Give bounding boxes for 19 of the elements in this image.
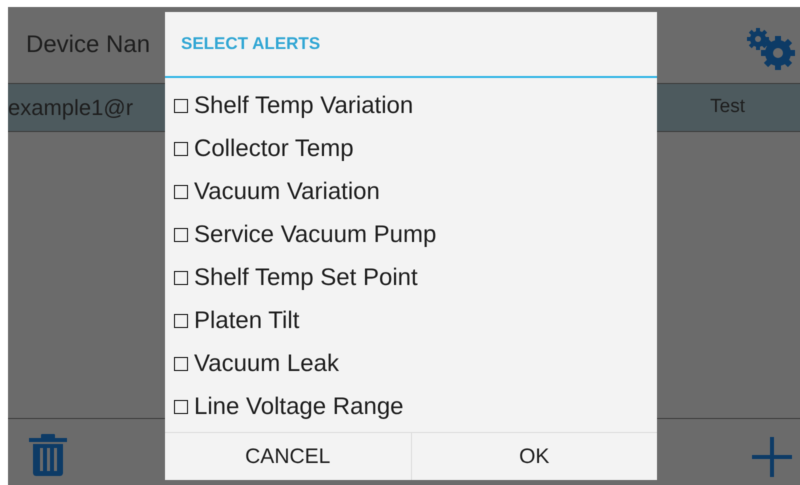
- checkbox[interactable]: [174, 98, 188, 112]
- alert-label[interactable]: Vacuum Variation: [194, 180, 380, 204]
- checkbox[interactable]: [174, 314, 188, 328]
- checkbox[interactable]: [174, 184, 188, 198]
- alert-label[interactable]: Shelf Temp Variation: [194, 94, 414, 118]
- dialog-title: SELECT ALERTS: [181, 33, 320, 56]
- alert-label[interactable]: Platen Tilt: [194, 308, 300, 332]
- alert-label[interactable]: Collector Temp: [194, 136, 354, 160]
- checkbox[interactable]: [174, 142, 188, 156]
- alert-label[interactable]: Line Voltage Range: [194, 394, 404, 418]
- alert-label[interactable]: Shelf Temp Set Point: [194, 266, 418, 290]
- checkbox[interactable]: [174, 356, 188, 370]
- alert-label[interactable]: Vacuum Leak: [194, 352, 339, 376]
- header-title: Device Nan: [26, 30, 150, 60]
- checkbox[interactable]: [174, 400, 188, 414]
- device-email: example1@r: [8, 94, 134, 122]
- alert-label[interactable]: Service Vacuum Pump: [194, 222, 436, 246]
- checkbox[interactable]: [174, 270, 188, 284]
- checkbox[interactable]: [174, 228, 188, 242]
